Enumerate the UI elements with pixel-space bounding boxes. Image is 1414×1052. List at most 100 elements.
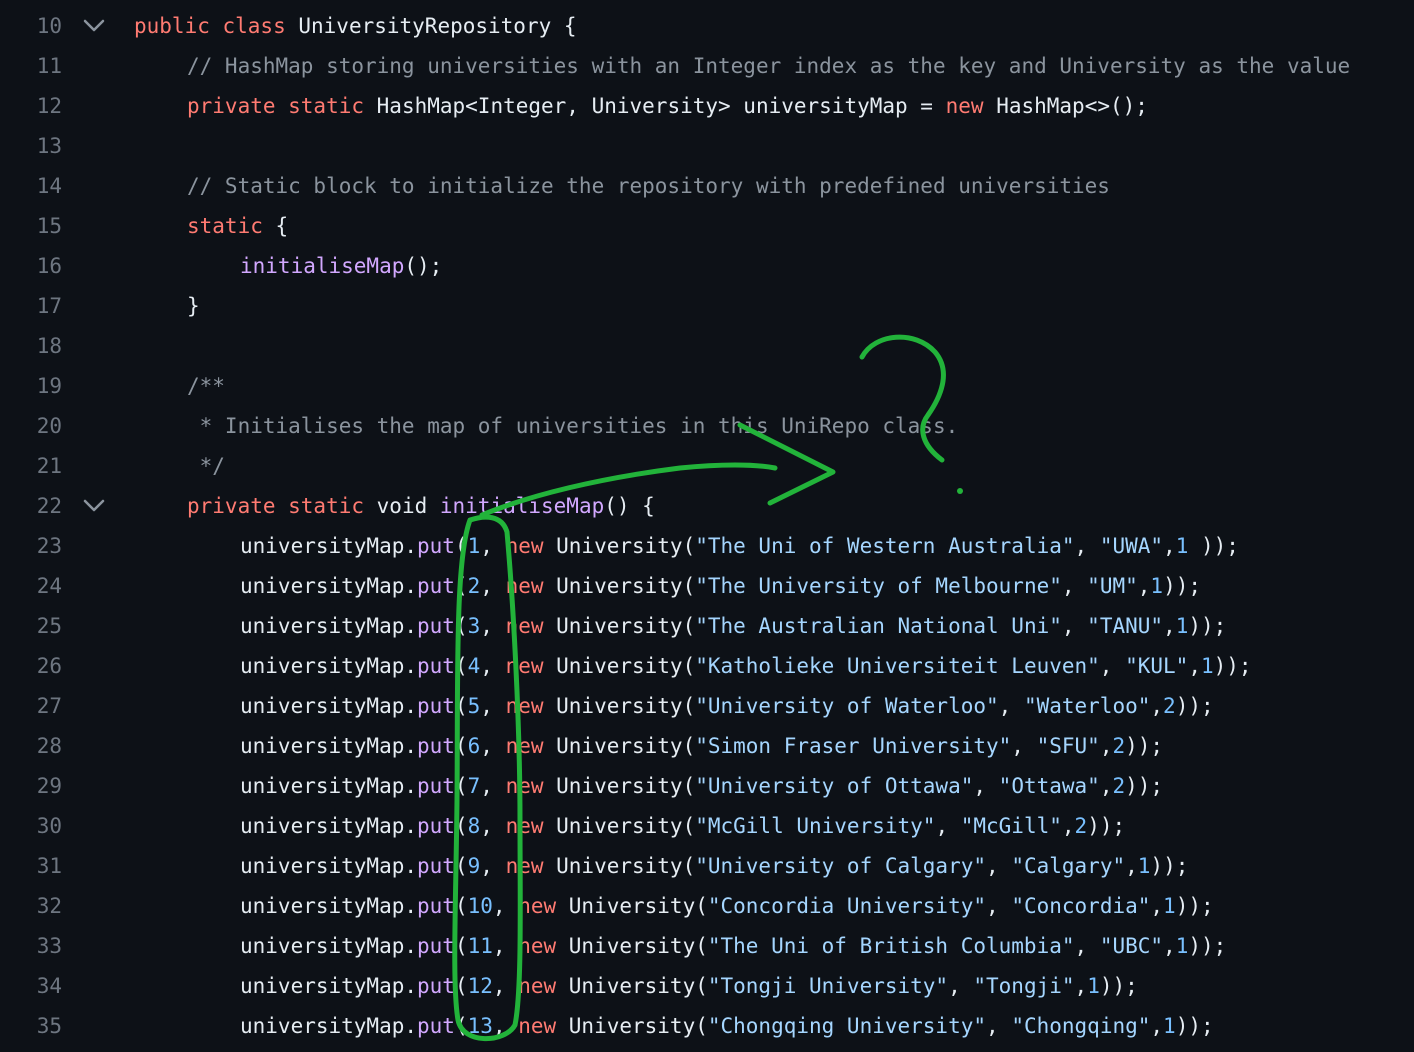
code-token: "SFU" (1036, 734, 1100, 758)
code-token: )); (1188, 534, 1239, 558)
code-token: , (480, 574, 506, 598)
code-token: ( (454, 814, 468, 838)
code-token: new (505, 534, 557, 558)
code-text: // Static block to initialize the reposi… (187, 166, 1110, 206)
line-number: 14 (36, 174, 62, 198)
code-token: put (417, 974, 455, 998)
code-token: UniversityRepository { (298, 14, 577, 38)
code-token: , (1150, 1014, 1164, 1038)
code-token: ( (454, 574, 468, 598)
code-token: put (417, 854, 455, 878)
code-line: 23 universityMap.put(1, new University("T… (0, 526, 1414, 566)
code-token: universityMap. (240, 534, 418, 558)
chevron-down-icon[interactable] (82, 16, 106, 36)
code-token: University( (568, 934, 708, 958)
code-token: { (275, 214, 289, 238)
code-token: 11 (467, 934, 493, 958)
code-token: , (1125, 854, 1138, 878)
code-token: 8 (467, 814, 481, 838)
code-line: 32 universityMap.put(10, new University("… (0, 886, 1414, 926)
code-token: 1 (1163, 894, 1176, 918)
code-token: )); (1213, 654, 1252, 678)
code-editor: 10 public class UniversityRepository {11/… (0, 0, 1414, 1052)
code-token: put (417, 894, 455, 918)
code-token: universityMap. (240, 774, 418, 798)
code-line: 19 /** (0, 366, 1414, 406)
line-number: 28 (36, 734, 62, 758)
code-token: 1 (1200, 654, 1214, 678)
code-text: universityMap.put(11, new University("Th… (240, 926, 1226, 966)
code-token: , (492, 1014, 519, 1038)
code-token: /** (187, 374, 225, 398)
code-token: ( (454, 614, 468, 638)
code-token: (); (404, 254, 443, 278)
code-token: // Static block to initialize the reposi… (187, 174, 1110, 198)
code-token: , (1061, 614, 1088, 638)
code-token: "TANU" (1087, 614, 1164, 638)
code-token: put (417, 1014, 455, 1038)
code-token: "The Australian National Uni" (695, 614, 1062, 638)
code-token: "Katholieke Universiteit Leuven" (695, 654, 1100, 678)
code-text: universityMap.put(5, new University("Uni… (240, 686, 1214, 726)
code-token: new (505, 734, 557, 758)
code-token: , (480, 774, 506, 798)
code-token: 3 (467, 614, 481, 638)
chevron-down-icon[interactable] (82, 496, 106, 516)
code-token: )); (1150, 854, 1189, 878)
code-token: , (1061, 574, 1088, 598)
code-line: 26 universityMap.put(4, new University("K… (0, 646, 1414, 686)
code-token: "Concordia University" (707, 894, 987, 918)
code-token: void (376, 494, 440, 518)
code-line: 17} (0, 286, 1414, 326)
code-token: "The University of Melbourne" (695, 574, 1062, 598)
code-text: universityMap.put(3, new University("The… (240, 606, 1226, 646)
line-number: 31 (36, 854, 62, 878)
code-token: University( (568, 974, 708, 998)
code-line: 24 universityMap.put(2, new University("T… (0, 566, 1414, 606)
code-text: universityMap.put(1, new University("The… (240, 526, 1239, 566)
code-token: initialiseMap (439, 494, 605, 518)
code-token: universityMap. (240, 654, 418, 678)
code-token: * Initialises the map of universities in… (187, 414, 959, 438)
code-token: , (480, 694, 506, 718)
code-token: , (948, 974, 974, 998)
line-number: 26 (36, 654, 62, 678)
code-token: universityMap. (240, 814, 418, 838)
code-line: 22 private static void initialiseMap() { (0, 486, 1414, 526)
code-token: put (417, 774, 455, 798)
code-token: new (505, 854, 557, 878)
code-text: universityMap.put(7, new University("Uni… (240, 766, 1163, 806)
code-line: 33 universityMap.put(11, new University("… (0, 926, 1414, 966)
line-number: 12 (36, 94, 62, 118)
code-token: new (945, 94, 997, 118)
code-token: University( (556, 854, 696, 878)
code-token: private static (187, 94, 377, 118)
code-token: , (1137, 574, 1151, 598)
code-line: 30 universityMap.put(8, new University("M… (0, 806, 1414, 846)
code-token: 12 (467, 974, 493, 998)
code-token: put (417, 814, 455, 838)
code-token: ( (454, 534, 468, 558)
code-token: new (505, 574, 557, 598)
code-text: * Initialises the map of universities in… (187, 406, 959, 446)
code-token: , (480, 814, 506, 838)
code-token: 7 (467, 774, 481, 798)
code-token: universityMap. (240, 894, 418, 918)
code-token: , (998, 694, 1024, 718)
code-token: */ (187, 454, 225, 478)
code-token: University( (556, 614, 696, 638)
code-line: 20 * Initialises the map of universities… (0, 406, 1414, 446)
code-token: new (505, 614, 557, 638)
code-token: universityMap. (240, 974, 418, 998)
code-token: universityMap. (240, 854, 418, 878)
code-token: HashMap<>(); (996, 94, 1148, 118)
code-token: "Chongqing" (1011, 1014, 1151, 1038)
code-text: universityMap.put(2, new University("The… (240, 566, 1201, 606)
line-number: 15 (36, 214, 62, 238)
code-token: , (1074, 534, 1100, 558)
line-number: 30 (36, 814, 62, 838)
line-number: 29 (36, 774, 62, 798)
code-token: ( (454, 934, 468, 958)
code-token: )); (1125, 734, 1164, 758)
code-token: new (505, 654, 557, 678)
